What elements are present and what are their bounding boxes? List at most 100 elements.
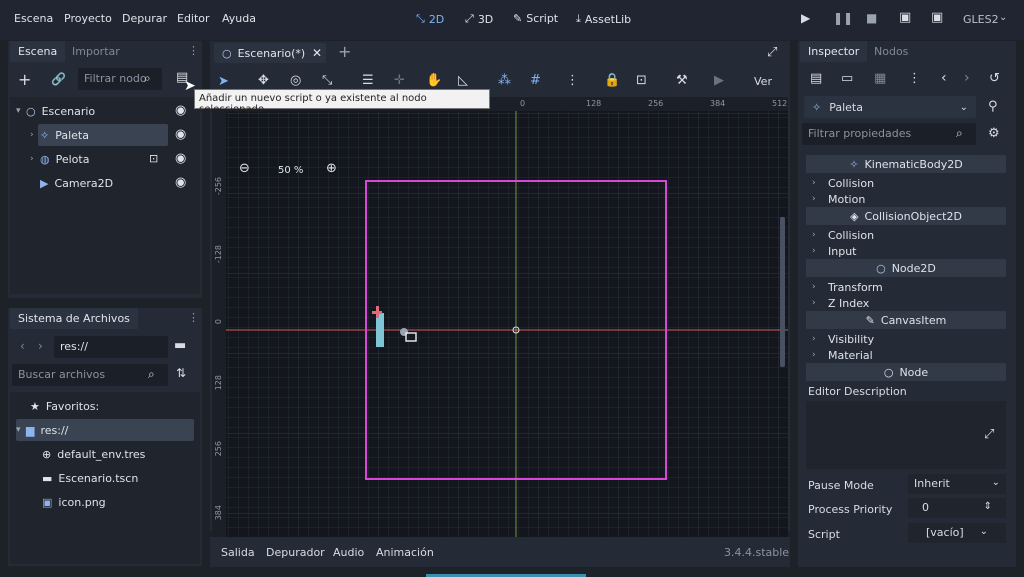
bone-icon[interactable]: ⚒ bbox=[676, 73, 688, 88]
back-arrow-icon[interactable]: ‹ bbox=[941, 70, 947, 86]
more-icon[interactable]: ⋮ bbox=[908, 71, 921, 86]
renderer-select[interactable]: GLES2 bbox=[963, 13, 999, 26]
play-scene-icon[interactable]: ▣ bbox=[899, 10, 911, 25]
tab-salida[interactable]: Salida bbox=[221, 546, 255, 559]
play-icon[interactable]: ▶ bbox=[801, 11, 810, 25]
new-resource-icon[interactable]: ▤ bbox=[810, 71, 822, 86]
menu-editor[interactable]: Editor bbox=[177, 12, 210, 25]
property-transform[interactable]: › Transform bbox=[806, 279, 883, 295]
split-view-icon[interactable]: ▬ bbox=[174, 338, 186, 353]
forward-arrow-icon[interactable]: › bbox=[964, 70, 970, 86]
scale-tool-icon[interactable]: ⤡ bbox=[322, 73, 332, 88]
warning-group-icon[interactable]: ⊡ bbox=[149, 152, 158, 165]
tab-animacion[interactable]: Animación bbox=[376, 546, 434, 559]
mode-script-button[interactable]: ✎ Script bbox=[513, 12, 558, 25]
visibility-eye-icon[interactable]: ◉ bbox=[175, 103, 186, 118]
pivot-icon[interactable]: ✛ bbox=[394, 73, 405, 88]
expand-button[interactable]: ⤢ bbox=[976, 401, 1006, 469]
process-priority-spinbox[interactable]: 0 ⇕ bbox=[908, 498, 1006, 518]
zoom-out-icon[interactable]: ⊖ bbox=[239, 161, 250, 176]
open-folder-icon[interactable]: ▭ bbox=[841, 71, 853, 86]
dock-menu-icon[interactable]: ⋮ bbox=[188, 311, 199, 324]
property-z-index[interactable]: › Z Index bbox=[806, 295, 869, 311]
tab-escenario[interactable]: ○ Escenario(*) ✕ bbox=[214, 43, 326, 63]
sort-icon[interactable]: ⇅ bbox=[176, 366, 186, 380]
list-select-icon[interactable]: ☰ bbox=[362, 73, 374, 88]
history-icon[interactable]: ↺ bbox=[989, 71, 1000, 86]
rotate-tool-icon[interactable]: ◎ bbox=[290, 73, 301, 88]
group-icon[interactable]: ⊡ bbox=[636, 73, 647, 88]
pause-icon[interactable]: ❚❚ bbox=[833, 11, 853, 25]
tree-item-icon-png[interactable]: ▣ icon.png bbox=[42, 491, 106, 513]
ruler-tool-icon[interactable]: ◺ bbox=[458, 73, 468, 88]
section-kinematicbody2d[interactable]: ✧ KinematicBody2D bbox=[806, 155, 1006, 173]
forward-arrow-icon[interactable]: › bbox=[38, 339, 43, 353]
mode-assetlib-button[interactable]: ⤓ AssetLib bbox=[576, 12, 631, 26]
tree-item-escenario-tscn[interactable]: ▬ Escenario.tscn bbox=[42, 467, 138, 489]
snap-options-icon[interactable]: ⋮ bbox=[566, 73, 579, 88]
section-canvasitem[interactable]: ✎ CanvasItem bbox=[806, 311, 1006, 329]
tab-nodos[interactable]: Nodos bbox=[866, 41, 916, 62]
tree-item-res[interactable]: ▾ ▆ res:// bbox=[16, 419, 68, 441]
zoom-level[interactable]: 50 % bbox=[278, 165, 303, 176]
property-material[interactable]: › Material bbox=[806, 347, 873, 363]
menu-depurar[interactable]: Depurar bbox=[122, 12, 167, 25]
distraction-free-icon[interactable]: ⤢ bbox=[767, 45, 777, 60]
tools-icon[interactable]: ⚙ bbox=[988, 126, 1000, 141]
mode-3d-button[interactable]: ⤢ 3D bbox=[465, 12, 493, 26]
tree-item-paleta[interactable]: › ✧ Paleta bbox=[30, 124, 89, 146]
script-select[interactable]: [vacío] ⌄ bbox=[908, 523, 1006, 543]
canvas-viewport[interactable]: 0 128 256 384 512 -256 -128 0 128 256 38… bbox=[212, 97, 788, 567]
tab-depurador[interactable]: Depurador bbox=[266, 546, 325, 559]
path-field[interactable]: res:// bbox=[54, 336, 168, 358]
section-node2d[interactable]: ○ Node2D bbox=[806, 259, 1006, 277]
grid-snap-icon[interactable]: # bbox=[530, 73, 541, 88]
zoom-in-icon[interactable]: ⊕ bbox=[326, 161, 337, 176]
property-motion[interactable]: › Motion bbox=[806, 191, 865, 207]
lock-icon[interactable]: 🔒 bbox=[604, 73, 620, 88]
play-custom-scene-icon[interactable]: ▣ bbox=[931, 10, 943, 25]
dock-menu-icon[interactable]: ⋮ bbox=[188, 44, 199, 57]
pause-mode-select[interactable]: Inherit ⌄ bbox=[908, 474, 1006, 494]
view-menu-button[interactable]: Ver bbox=[754, 75, 772, 88]
save-icon[interactable]: ▦ bbox=[874, 71, 886, 86]
move-tool-icon[interactable]: ✥ bbox=[258, 73, 269, 88]
doc-icon[interactable]: ⚲ bbox=[988, 99, 998, 114]
mode-2d-button[interactable]: ⤡ 2D bbox=[416, 12, 444, 26]
select-tool-icon[interactable]: ➤ bbox=[218, 74, 229, 89]
stepper-icon[interactable]: ⇕ bbox=[984, 501, 992, 515]
tree-item-pelota[interactable]: › ◍ Pelota bbox=[30, 148, 89, 170]
tree-item-camera2d[interactable]: ▶ Camera2D bbox=[40, 172, 113, 194]
editor-description-field[interactable] bbox=[806, 401, 976, 469]
link-icon[interactable]: 🔗 bbox=[51, 72, 66, 86]
menu-proyecto[interactable]: Proyecto bbox=[64, 12, 112, 25]
camera-override-icon[interactable]: ▶ bbox=[714, 73, 724, 88]
close-icon[interactable]: ✕ bbox=[312, 46, 322, 60]
property-input[interactable]: › Input bbox=[806, 243, 856, 259]
tree-item-escenario[interactable]: ▾ ○ Escenario bbox=[16, 100, 95, 122]
tree-item-favoritos[interactable]: ★ Favoritos: bbox=[30, 395, 99, 417]
back-arrow-icon[interactable]: ‹ bbox=[20, 339, 25, 353]
visibility-eye-icon[interactable]: ◉ bbox=[175, 175, 186, 190]
menu-ayuda[interactable]: Ayuda bbox=[222, 12, 256, 25]
property-collision[interactable]: › Collision bbox=[806, 175, 874, 191]
section-collisionobject2d[interactable]: ◈ CollisionObject2D bbox=[806, 207, 1006, 225]
tab-inspector[interactable]: Inspector bbox=[800, 41, 868, 62]
tab-escena[interactable]: Escena bbox=[10, 41, 66, 62]
pan-tool-icon[interactable]: ✋ bbox=[426, 73, 442, 88]
add-tab-icon[interactable]: + bbox=[338, 42, 351, 61]
tree-item-default-env[interactable]: ⊕ default_env.tres bbox=[42, 443, 145, 465]
section-node[interactable]: ○ Node bbox=[806, 363, 1006, 381]
visibility-eye-icon[interactable]: ◉ bbox=[175, 127, 186, 142]
node-selector[interactable]: ✧ Paleta ⌄ bbox=[804, 96, 976, 118]
search-files-input[interactable]: Buscar archivos bbox=[12, 364, 168, 386]
stop-icon[interactable]: ■ bbox=[866, 11, 877, 25]
tab-importar[interactable]: Importar bbox=[64, 41, 128, 62]
tab-filesystem[interactable]: Sistema de Archivos bbox=[10, 308, 138, 329]
add-node-icon[interactable]: + bbox=[18, 70, 31, 89]
visibility-eye-icon[interactable]: ◉ bbox=[175, 151, 186, 166]
smart-snap-icon[interactable]: ⁂ bbox=[498, 73, 511, 88]
filter-properties-input[interactable]: Filtrar propiedades bbox=[802, 123, 976, 145]
property-collision[interactable]: › Collision bbox=[806, 227, 874, 243]
property-visibility[interactable]: › Visibility bbox=[806, 331, 874, 347]
